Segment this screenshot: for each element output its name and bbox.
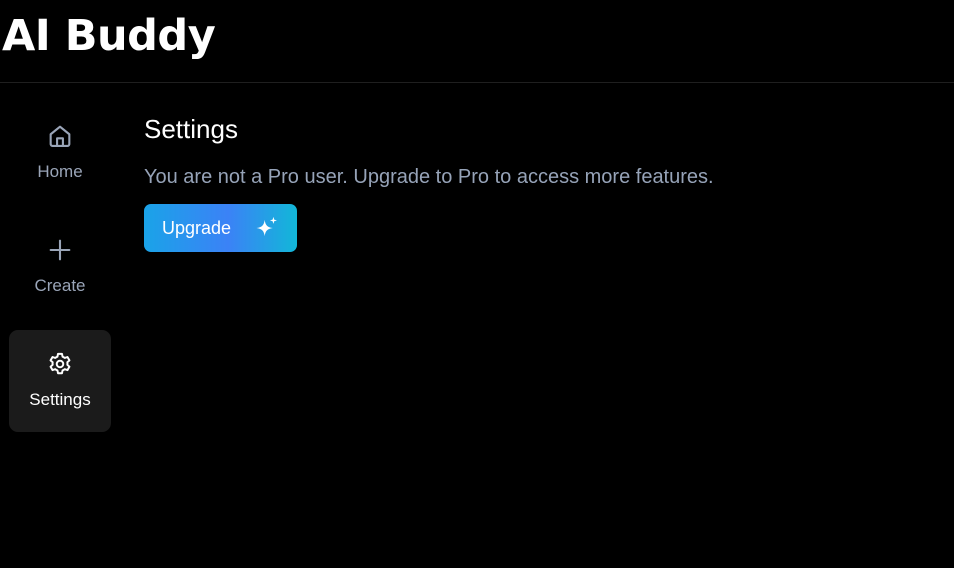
sidebar-item-home[interactable]: Home [9,102,111,204]
sidebar: Home Create Settings [0,84,120,568]
home-icon [49,125,71,147]
sparkles-icon [256,216,277,237]
app-title: AI Buddy [2,11,216,61]
sidebar-item-label: Home [37,162,83,181]
pro-status-notice: You are not a Pro user. Upgrade to Pro t… [144,166,714,188]
plus-icon [49,239,71,261]
sidebar-item-settings[interactable]: Settings [9,330,111,432]
sidebar-item-label: Create [34,276,86,295]
gear-icon [49,352,71,375]
sidebar-item-label: Settings [29,390,91,409]
top-bar: AI Buddy [0,0,954,83]
upgrade-button[interactable]: Upgrade [144,204,297,252]
app-root: AI Buddy Home Create Settings Settings Y… [0,0,954,568]
page-title: Settings [144,114,238,144]
upgrade-button-label: Upgrade [162,218,232,238]
sidebar-item-create[interactable]: Create [9,216,111,318]
